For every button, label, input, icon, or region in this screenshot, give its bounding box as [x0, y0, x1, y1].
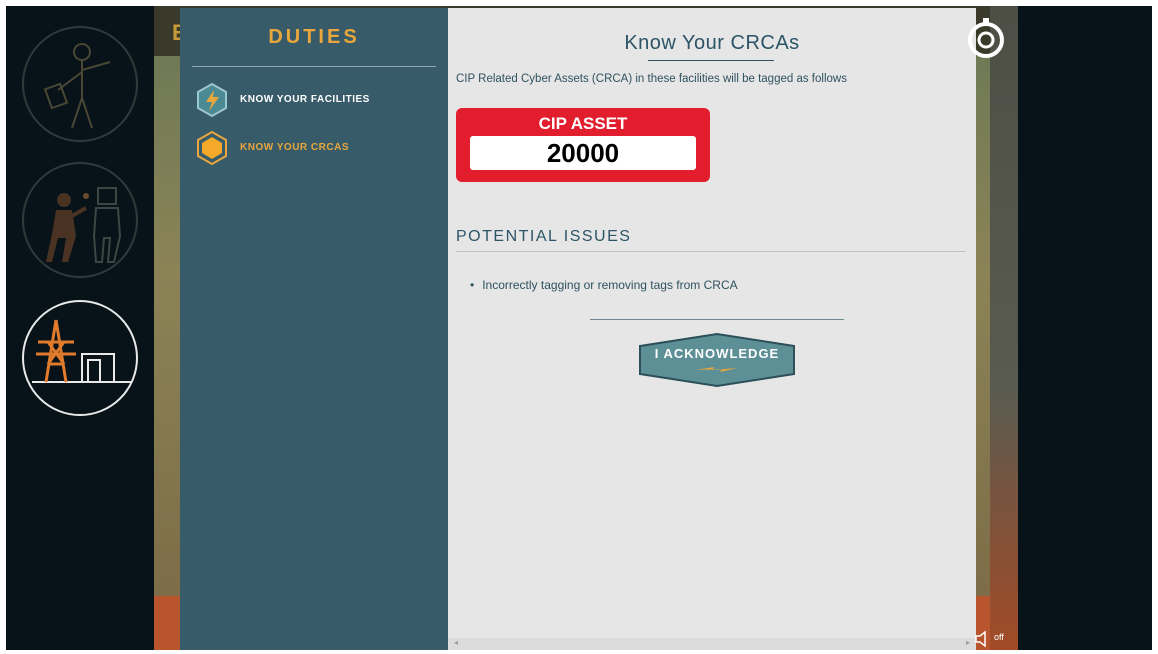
duties-title: DUTIES: [268, 26, 360, 48]
duties-sidebar: DUTIES KNOW YOUR FACILITIES KNOW YOUR CR…: [180, 8, 448, 650]
technician-person-icon: [46, 187, 122, 263]
role-rail: [6, 6, 154, 650]
speaker-icon: [975, 630, 986, 648]
right-background-strip: [990, 6, 1018, 650]
intro-text: CIP Related Cyber Assets (CRCA) in these…: [456, 73, 847, 85]
duty-item-know-your-crcas[interactable]: KNOW YOUR CRCAS: [194, 130, 434, 166]
lightning-hex-icon: [197, 82, 227, 118]
gear-icon: [968, 18, 1004, 58]
duty-item-know-your-facilities[interactable]: KNOW YOUR FACILITIES: [194, 82, 434, 118]
role-inspector-button[interactable]: [22, 26, 138, 142]
horizontal-scrollbar[interactable]: ◂ ▸: [448, 638, 976, 650]
acknowledge-divider: [590, 319, 844, 320]
potential-issues-heading: POTENTIAL ISSUES: [456, 228, 632, 245]
asset-tag-label: CIP ASSET: [538, 114, 628, 133]
content-pane: Know Your CRCAs CIP Related Cyber Assets…: [448, 8, 976, 650]
cip-asset-tag: CIP ASSET 20000: [456, 108, 710, 182]
acknowledge-button[interactable]: I ACKNOWLEDGE: [638, 332, 796, 388]
asset-number-box: 20000: [470, 136, 696, 170]
scroll-right-arrow-icon[interactable]: ▸: [966, 638, 970, 647]
right-dark-margin: [1018, 6, 1152, 650]
sound-toggle[interactable]: off: [974, 630, 1014, 648]
role-facility-button[interactable]: [22, 300, 138, 416]
issue-list: Incorrectly tagging or removing tags fro…: [470, 278, 737, 292]
asset-tag-number: 20000: [546, 138, 620, 168]
role-technician-button[interactable]: [22, 162, 138, 278]
duty-label-crcas: KNOW YOUR CRCAS: [240, 142, 349, 153]
page-title: Know Your CRCAs: [624, 32, 800, 54]
settings-button[interactable]: [964, 16, 1008, 60]
title-underline: [648, 60, 774, 61]
sound-state-label: off: [994, 632, 1004, 642]
list-item: Incorrectly tagging or removing tags fro…: [470, 278, 737, 292]
issues-divider: [456, 251, 966, 252]
inspector-person-icon: [43, 43, 111, 129]
acknowledge-label: I ACKNOWLEDGE: [654, 346, 780, 361]
app-frame: E DUTIES KNOW YOUR FACILITIES KNOW YOUR …: [6, 6, 1152, 650]
duties-divider: [192, 66, 436, 67]
orange-hexagon-icon: [197, 130, 227, 166]
power-tower-facility-icon: [32, 319, 132, 383]
scroll-left-arrow-icon[interactable]: ◂: [454, 638, 458, 647]
duty-label-facilities: KNOW YOUR FACILITIES: [240, 94, 370, 105]
